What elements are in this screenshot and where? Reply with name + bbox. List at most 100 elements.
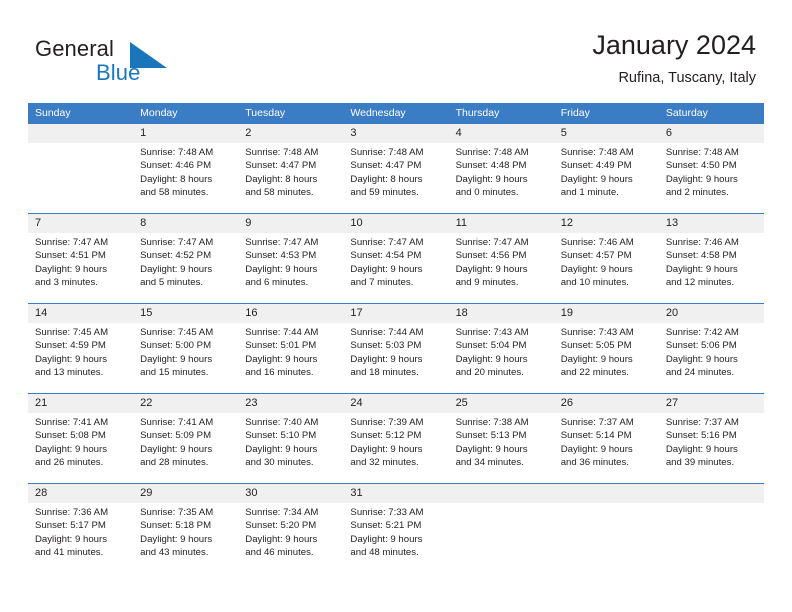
calendar-day-cell[interactable]: 21 Sunrise: 7:41 AM Sunset: 5:08 PM Dayl…	[28, 394, 134, 483]
daylight-text: Daylight: 9 hours	[140, 263, 213, 275]
calendar-week-row: 28 Sunrise: 7:36 AM Sunset: 5:17 PM Dayl…	[28, 483, 764, 573]
daylight-text-cont: and 15 minutes.	[140, 367, 209, 379]
calendar-day-cell[interactable]: 20 Sunrise: 7:42 AM Sunset: 5:06 PM Dayl…	[658, 304, 764, 393]
calendar-day-cell[interactable]: 1 Sunrise: 7:48 AM Sunset: 4:46 PM Dayli…	[133, 124, 239, 213]
calendar-day-cell[interactable]: 27 Sunrise: 7:37 AM Sunset: 5:16 PM Dayl…	[658, 394, 764, 483]
sunrise-text: Sunrise: 7:42 AM	[665, 327, 739, 338]
sunrise-text: Sunrise: 7:34 AM	[245, 507, 319, 518]
day-details: Sunrise: 7:43 AM Sunset: 5:04 PM Dayligh…	[449, 323, 554, 380]
calendar-day-cell[interactable]: 5 Sunrise: 7:48 AM Sunset: 4:49 PM Dayli…	[553, 124, 659, 213]
calendar-day-cell[interactable]: 15 Sunrise: 7:45 AM Sunset: 5:00 PM Dayl…	[133, 304, 239, 393]
calendar-day-cell[interactable]: 7 Sunrise: 7:47 AM Sunset: 4:51 PM Dayli…	[28, 214, 134, 303]
calendar-day-cell[interactable]: 23 Sunrise: 7:40 AM Sunset: 5:10 PM Dayl…	[238, 394, 344, 483]
calendar-day-cell[interactable]: 22 Sunrise: 7:41 AM Sunset: 5:09 PM Dayl…	[133, 394, 239, 483]
calendar-day-cell[interactable]: 25 Sunrise: 7:38 AM Sunset: 5:13 PM Dayl…	[448, 394, 554, 483]
daylight-text-cont: and 0 minutes.	[455, 187, 519, 199]
day-details: Sunrise: 7:47 AM Sunset: 4:53 PM Dayligh…	[238, 233, 343, 290]
calendar-day-cell[interactable]: 6 Sunrise: 7:48 AM Sunset: 4:50 PM Dayli…	[658, 124, 764, 213]
day-number: 23	[238, 394, 344, 413]
sunrise-text: Sunrise: 7:46 AM	[665, 237, 739, 248]
daylight-text: Daylight: 9 hours	[35, 263, 107, 275]
day-details: Sunrise: 7:45 AM Sunset: 4:59 PM Dayligh…	[28, 323, 133, 380]
day-number: 20	[658, 304, 764, 323]
calendar-day-cell[interactable]	[553, 484, 659, 573]
calendar-day-cell[interactable]: 30 Sunrise: 7:34 AM Sunset: 5:20 PM Dayl…	[238, 484, 344, 573]
calendar-grid: Sunday Monday Tuesday Wednesday Thursday…	[28, 103, 764, 573]
weekday-header-saturday: Saturday	[665, 107, 708, 119]
sunset-text: Sunset: 4:46 PM	[140, 160, 212, 172]
day-number: 17	[343, 304, 449, 323]
day-details: Sunrise: 7:48 AM Sunset: 4:49 PM Dayligh…	[554, 143, 659, 200]
daylight-text-cont: and 58 minutes.	[140, 187, 209, 199]
calendar-day-cell[interactable]: 14 Sunrise: 7:45 AM Sunset: 4:59 PM Dayl…	[28, 304, 134, 393]
calendar-day-cell[interactable]: 4 Sunrise: 7:48 AM Sunset: 4:48 PM Dayli…	[448, 124, 554, 213]
calendar-day-cell[interactable]: 10 Sunrise: 7:47 AM Sunset: 4:54 PM Dayl…	[343, 214, 449, 303]
calendar-day-cell[interactable]: 26 Sunrise: 7:37 AM Sunset: 5:14 PM Dayl…	[553, 394, 659, 483]
sunrise-text: Sunrise: 7:46 AM	[560, 237, 634, 248]
calendar-day-cell[interactable]: 17 Sunrise: 7:44 AM Sunset: 5:03 PM Dayl…	[343, 304, 449, 393]
daylight-text-cont: and 43 minutes.	[140, 547, 209, 559]
brand-logo[interactable]: General Blue	[35, 36, 265, 94]
daylight-text-cont: and 22 minutes.	[560, 367, 629, 379]
day-details: Sunrise: 7:33 AM Sunset: 5:21 PM Dayligh…	[343, 503, 448, 560]
calendar-day-cell[interactable]: 12 Sunrise: 7:46 AM Sunset: 4:57 PM Dayl…	[553, 214, 659, 303]
day-number: 27	[658, 394, 764, 413]
day-number	[448, 484, 554, 503]
sunrise-text: Sunrise: 7:40 AM	[245, 417, 319, 428]
day-number: 5	[553, 124, 659, 143]
calendar-day-cell[interactable]: 29 Sunrise: 7:35 AM Sunset: 5:18 PM Dayl…	[133, 484, 239, 573]
daylight-text-cont: and 58 minutes.	[245, 187, 314, 199]
daylight-text: Daylight: 9 hours	[350, 533, 423, 545]
calendar-day-cell[interactable]	[448, 484, 554, 573]
sunset-text: Sunset: 5:18 PM	[140, 520, 212, 532]
sunset-text: Sunset: 4:47 PM	[245, 160, 317, 172]
calendar-day-cell[interactable]: 13 Sunrise: 7:46 AM Sunset: 4:58 PM Dayl…	[658, 214, 764, 303]
calendar-day-cell[interactable]: 16 Sunrise: 7:44 AM Sunset: 5:01 PM Dayl…	[238, 304, 344, 393]
sunset-text: Sunset: 5:20 PM	[245, 520, 317, 532]
calendar-week-row: 14 Sunrise: 7:45 AM Sunset: 4:59 PM Dayl…	[28, 303, 764, 393]
sunrise-text: Sunrise: 7:44 AM	[350, 327, 424, 338]
sunset-text: Sunset: 5:05 PM	[560, 340, 632, 352]
weekday-header-thursday: Thursday	[455, 107, 500, 119]
day-number: 11	[448, 214, 554, 233]
calendar-day-cell[interactable]: 24 Sunrise: 7:39 AM Sunset: 5:12 PM Dayl…	[343, 394, 449, 483]
day-details: Sunrise: 7:45 AM Sunset: 5:00 PM Dayligh…	[133, 323, 238, 380]
calendar-day-cell[interactable]: 18 Sunrise: 7:43 AM Sunset: 5:04 PM Dayl…	[448, 304, 554, 393]
calendar-day-cell[interactable]	[28, 124, 134, 213]
calendar-day-cell[interactable]	[658, 484, 764, 573]
sunset-text: Sunset: 5:03 PM	[350, 340, 422, 352]
calendar-day-cell[interactable]: 28 Sunrise: 7:36 AM Sunset: 5:17 PM Dayl…	[28, 484, 134, 573]
day-details: Sunrise: 7:36 AM Sunset: 5:17 PM Dayligh…	[28, 503, 133, 560]
sunrise-text: Sunrise: 7:39 AM	[350, 417, 424, 428]
day-number: 30	[238, 484, 344, 503]
daylight-text-cont: and 3 minutes.	[35, 277, 98, 289]
daylight-text: Daylight: 9 hours	[560, 173, 633, 185]
calendar-day-cell[interactable]: 31 Sunrise: 7:33 AM Sunset: 5:21 PM Dayl…	[343, 484, 449, 573]
daylight-text: Daylight: 9 hours	[560, 263, 633, 275]
daylight-text: Daylight: 8 hours	[245, 173, 318, 185]
daylight-text: Daylight: 9 hours	[665, 443, 738, 455]
calendar-day-cell[interactable]: 3 Sunrise: 7:48 AM Sunset: 4:47 PM Dayli…	[343, 124, 449, 213]
sunset-text: Sunset: 5:13 PM	[455, 430, 527, 442]
day-details: Sunrise: 7:40 AM Sunset: 5:10 PM Dayligh…	[238, 413, 343, 470]
calendar-day-cell[interactable]: 11 Sunrise: 7:47 AM Sunset: 4:56 PM Dayl…	[448, 214, 554, 303]
sunset-text: Sunset: 4:54 PM	[350, 250, 422, 262]
calendar-day-cell[interactable]: 19 Sunrise: 7:43 AM Sunset: 5:05 PM Dayl…	[553, 304, 659, 393]
calendar-day-cell[interactable]: 9 Sunrise: 7:47 AM Sunset: 4:53 PM Dayli…	[238, 214, 344, 303]
daylight-text-cont: and 59 minutes.	[350, 187, 419, 199]
sunrise-text: Sunrise: 7:43 AM	[560, 327, 634, 338]
calendar-day-cell[interactable]: 2 Sunrise: 7:48 AM Sunset: 4:47 PM Dayli…	[238, 124, 344, 213]
sunrise-text: Sunrise: 7:37 AM	[560, 417, 634, 428]
day-number: 25	[448, 394, 554, 413]
sunset-text: Sunset: 5:04 PM	[455, 340, 527, 352]
calendar-day-cell[interactable]: 8 Sunrise: 7:47 AM Sunset: 4:52 PM Dayli…	[133, 214, 239, 303]
daylight-text-cont: and 20 minutes.	[455, 367, 524, 379]
sunrise-text: Sunrise: 7:33 AM	[350, 507, 424, 518]
day-details: Sunrise: 7:46 AM Sunset: 4:58 PM Dayligh…	[659, 233, 764, 290]
day-number: 4	[448, 124, 554, 143]
daylight-text-cont: and 6 minutes.	[245, 277, 309, 289]
daylight-text-cont: and 36 minutes.	[560, 457, 629, 469]
daylight-text: Daylight: 9 hours	[665, 173, 738, 185]
day-details: Sunrise: 7:38 AM Sunset: 5:13 PM Dayligh…	[449, 413, 554, 470]
day-number: 22	[133, 394, 239, 413]
